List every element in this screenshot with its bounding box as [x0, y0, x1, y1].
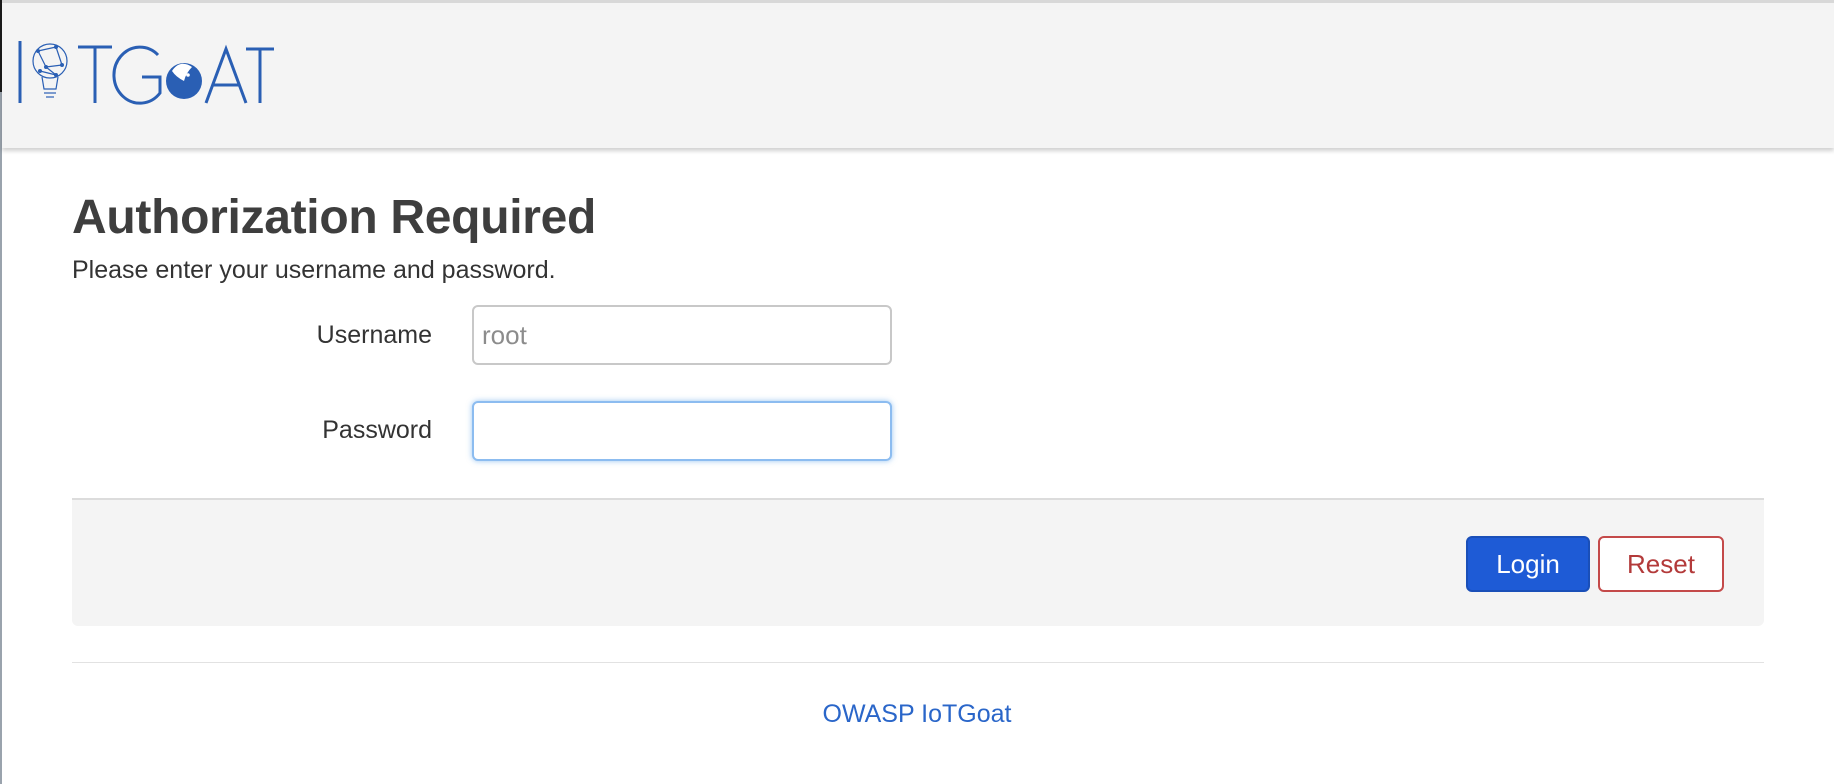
username-input[interactable]: [472, 305, 892, 365]
iotgoat-logo-graphic: [18, 41, 274, 105]
username-label: Username: [316, 321, 432, 349]
page-description: Please enter your username and password.: [72, 256, 556, 284]
reset-button[interactable]: Reset: [1598, 536, 1724, 592]
password-input[interactable]: [472, 401, 892, 461]
page-title: Authorization Required: [72, 191, 597, 244]
footer-divider: [72, 662, 1764, 663]
header-bar: [2, 0, 1834, 148]
form-actions-bar: Login Reset: [72, 498, 1764, 626]
iotgoat-logo[interactable]: [16, 37, 276, 109]
login-button[interactable]: Login: [1466, 536, 1590, 592]
owasp-iotgoat-link[interactable]: OWASP IoTGoat: [823, 700, 1012, 728]
password-label: Password: [322, 416, 432, 444]
footer: OWASP IoTGoat: [0, 700, 1834, 729]
